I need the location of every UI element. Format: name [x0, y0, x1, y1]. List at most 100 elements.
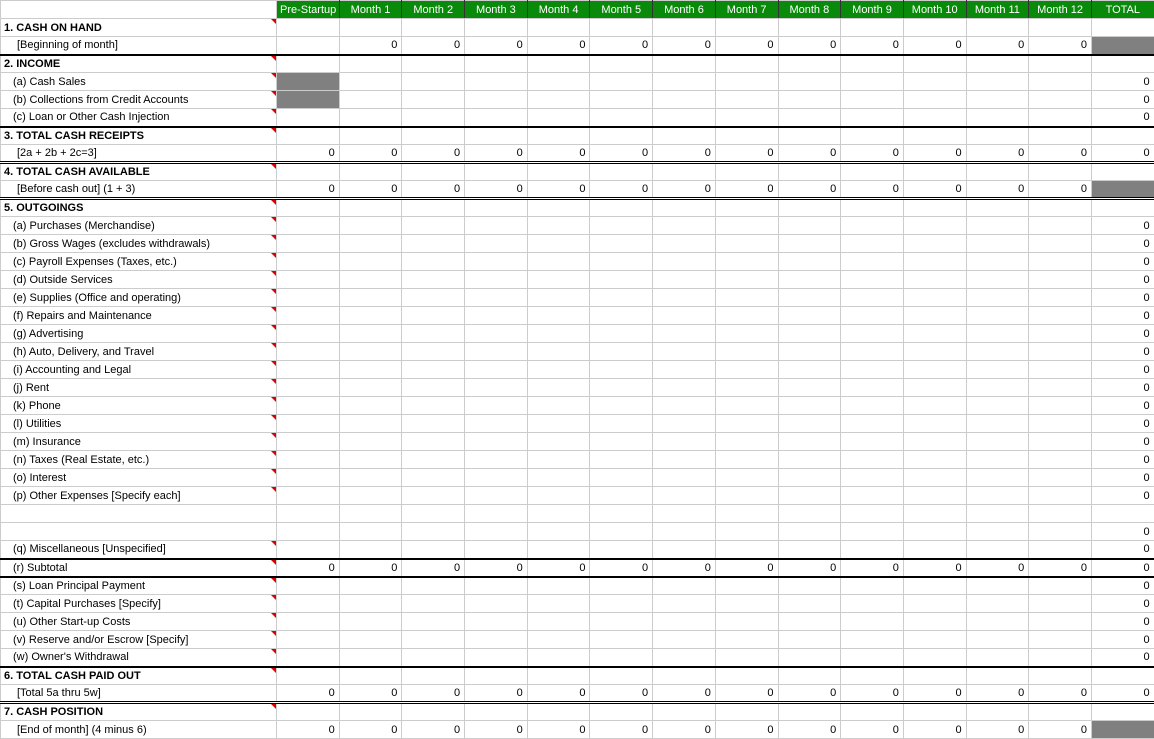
cell[interactable]	[1091, 505, 1154, 523]
cell[interactable]	[653, 469, 716, 487]
cell[interactable]: 0	[1029, 181, 1092, 199]
cell[interactable]	[778, 235, 841, 253]
cell[interactable]	[590, 451, 653, 469]
cell[interactable]	[966, 613, 1029, 631]
cell[interactable]	[653, 649, 716, 667]
row-label[interactable]: (a) Purchases (Merchandise)	[1, 217, 277, 235]
cell[interactable]: 0	[527, 559, 590, 577]
cell[interactable]	[715, 541, 778, 559]
cell[interactable]	[590, 415, 653, 433]
cell[interactable]	[903, 19, 966, 37]
cell[interactable]	[402, 613, 465, 631]
cell[interactable]	[590, 73, 653, 91]
cell[interactable]	[841, 397, 904, 415]
cell[interactable]	[715, 289, 778, 307]
header-month-3[interactable]: Month 3	[465, 1, 528, 19]
cell[interactable]	[841, 631, 904, 649]
row-label[interactable]: (w) Owner's Withdrawal	[1, 649, 277, 667]
cell[interactable]	[841, 163, 904, 181]
row-label[interactable]: [Before cash out] (1 + 3)	[1, 181, 277, 199]
cell[interactable]	[402, 433, 465, 451]
cell[interactable]	[1029, 595, 1092, 613]
cell[interactable]: 0	[778, 685, 841, 703]
row-label[interactable]: (k) Phone	[1, 397, 277, 415]
header-pre-startup[interactable]: Pre-Startup	[277, 1, 340, 19]
cell[interactable]: 0	[841, 181, 904, 199]
cell[interactable]	[339, 433, 402, 451]
cell[interactable]	[903, 469, 966, 487]
cell[interactable]	[465, 343, 528, 361]
cell[interactable]	[465, 307, 528, 325]
cell[interactable]: 0	[402, 181, 465, 199]
cell[interactable]: 0	[966, 559, 1029, 577]
cell[interactable]	[277, 127, 340, 145]
cell[interactable]: 0	[715, 685, 778, 703]
cell[interactable]	[402, 307, 465, 325]
cell[interactable]	[778, 415, 841, 433]
cell[interactable]	[841, 217, 904, 235]
row-label[interactable]: (c) Loan or Other Cash Injection	[1, 109, 277, 127]
cell[interactable]	[715, 613, 778, 631]
cell[interactable]: 0	[339, 721, 402, 739]
cell[interactable]	[903, 595, 966, 613]
cell[interactable]	[1029, 343, 1092, 361]
cell[interactable]	[527, 253, 590, 271]
cell[interactable]: 0	[778, 559, 841, 577]
cell[interactable]	[841, 235, 904, 253]
cell[interactable]	[903, 325, 966, 343]
row-label[interactable]: (j) Rent	[1, 379, 277, 397]
cell[interactable]	[715, 649, 778, 667]
cell[interactable]	[903, 91, 966, 109]
row-label[interactable]: (t) Capital Purchases [Specify]	[1, 595, 277, 613]
cell[interactable]: 0	[778, 181, 841, 199]
cell[interactable]	[402, 199, 465, 217]
cell[interactable]	[590, 379, 653, 397]
cell[interactable]	[590, 595, 653, 613]
cell[interactable]	[966, 667, 1029, 685]
cell[interactable]	[841, 55, 904, 73]
row-label[interactable]: (r) Subtotal	[1, 559, 277, 577]
cell[interactable]	[277, 523, 340, 541]
cell[interactable]	[402, 505, 465, 523]
cell[interactable]: 0	[653, 37, 716, 55]
cell[interactable]	[903, 109, 966, 127]
cell[interactable]: 0	[277, 721, 340, 739]
cell[interactable]	[402, 523, 465, 541]
cell[interactable]: 0	[339, 37, 402, 55]
cell[interactable]	[465, 487, 528, 505]
row-label[interactable]: (d) Outside Services	[1, 271, 277, 289]
cell[interactable]	[465, 595, 528, 613]
cell[interactable]	[1029, 631, 1092, 649]
cell[interactable]: 0	[339, 181, 402, 199]
cell[interactable]	[590, 163, 653, 181]
cell[interactable]	[715, 325, 778, 343]
cell[interactable]	[527, 631, 590, 649]
cell[interactable]	[903, 55, 966, 73]
cell[interactable]	[339, 469, 402, 487]
cell[interactable]: 0	[1091, 433, 1154, 451]
cell[interactable]	[1029, 487, 1092, 505]
cell[interactable]: 0	[277, 559, 340, 577]
cell[interactable]	[966, 415, 1029, 433]
cell[interactable]	[966, 163, 1029, 181]
cell[interactable]: 0	[841, 559, 904, 577]
cell[interactable]: 0	[402, 37, 465, 55]
cell[interactable]	[402, 667, 465, 685]
cell[interactable]	[402, 595, 465, 613]
cell[interactable]	[339, 235, 402, 253]
cell[interactable]	[590, 235, 653, 253]
cell[interactable]	[402, 235, 465, 253]
cell[interactable]	[277, 37, 340, 55]
cell[interactable]	[402, 343, 465, 361]
cell[interactable]: 0	[465, 685, 528, 703]
cell[interactable]	[277, 487, 340, 505]
cell[interactable]: 0	[339, 145, 402, 163]
cell[interactable]	[1091, 181, 1154, 199]
cell[interactable]	[903, 217, 966, 235]
cell[interactable]	[778, 595, 841, 613]
cell[interactable]	[841, 415, 904, 433]
cell[interactable]	[339, 361, 402, 379]
cell[interactable]	[590, 325, 653, 343]
cell[interactable]	[715, 91, 778, 109]
cell[interactable]	[339, 649, 402, 667]
